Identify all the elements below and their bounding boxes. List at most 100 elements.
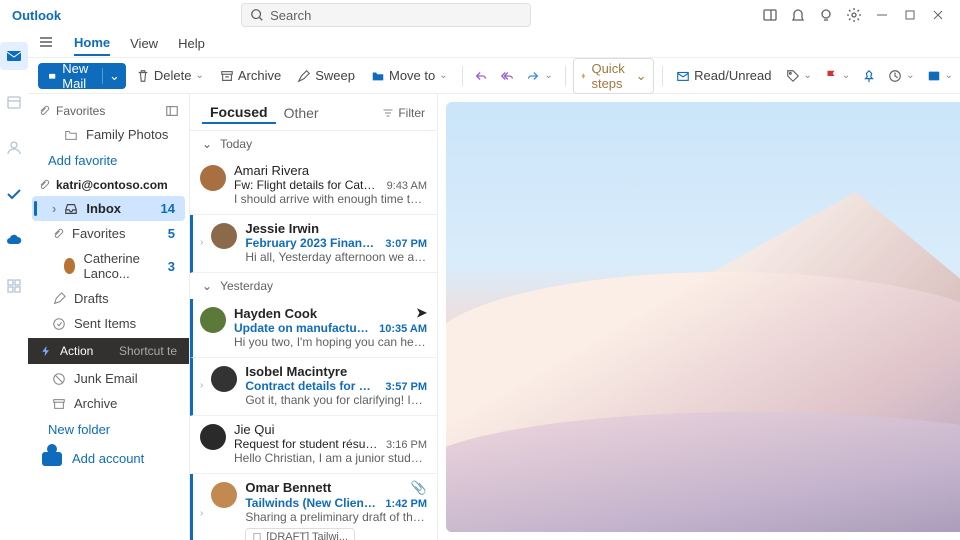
chevron-right-icon[interactable]: ›	[200, 237, 203, 248]
panel-icon[interactable]	[756, 1, 784, 29]
account-header[interactable]: katri@contoso.com	[28, 174, 189, 196]
trash-icon	[136, 69, 150, 83]
flag-icon	[824, 69, 838, 83]
folder-family-photos[interactable]: Family Photos	[32, 122, 185, 147]
attachment-icon: 📎	[411, 480, 427, 496]
app-title: Outlook	[12, 8, 61, 23]
sweep-icon	[297, 69, 311, 83]
message-item[interactable]: Amari Rivera Fw: Flight details for Cath…	[190, 157, 437, 215]
chevron-right-icon[interactable]: ›	[200, 380, 203, 391]
archive-icon	[220, 69, 234, 83]
message-item[interactable]: Jie Qui Request for student résumé revie…	[190, 416, 437, 474]
avatar	[200, 424, 226, 450]
chevron-down-icon: ⌄	[202, 137, 212, 151]
avatar	[211, 366, 237, 392]
reply-all-icon	[500, 69, 514, 83]
avatar	[200, 165, 226, 191]
clock-icon	[888, 69, 902, 83]
quick-steps-button[interactable]: Quick steps⌄	[573, 58, 653, 94]
chevron-right-icon[interactable]: ›	[200, 508, 203, 519]
rules-icon	[927, 69, 941, 83]
sent-icon	[52, 317, 66, 331]
date-group-today[interactable]: ⌄Today	[190, 131, 437, 157]
folder-drafts[interactable]: Drafts	[32, 286, 185, 311]
message-item[interactable]: › Jessie Irwin February 2023 Financial R…	[190, 215, 437, 273]
hamburger-icon[interactable]	[38, 34, 54, 53]
new-mail-button[interactable]: New Mail ⌄	[38, 63, 126, 89]
lightning-icon	[580, 70, 587, 82]
forward-button[interactable]: ⌄	[522, 66, 556, 86]
archive-button[interactable]: Archive	[214, 65, 287, 86]
minimize-icon[interactable]	[868, 1, 896, 29]
tab-focused[interactable]: Focused	[202, 102, 276, 124]
pin-button[interactable]	[858, 66, 880, 86]
app-rail	[0, 30, 28, 540]
rail-apps-icon[interactable]	[0, 272, 28, 300]
lightbulb-icon[interactable]	[812, 1, 840, 29]
inbox-icon	[64, 202, 78, 216]
rail-cloud-icon[interactable]	[0, 226, 28, 254]
read-unread-button[interactable]: Read/Unread	[670, 65, 777, 86]
folder-archive[interactable]: Archive	[32, 391, 185, 416]
rail-calendar-icon[interactable]	[0, 88, 28, 116]
filter-button[interactable]: Filter	[382, 106, 425, 120]
folder-pane: Favorites Family Photos Add favorite kat…	[28, 94, 190, 540]
notification-icon[interactable]	[784, 1, 812, 29]
menu-home[interactable]: Home	[74, 31, 110, 56]
chevron-down-icon[interactable]: ⌄	[102, 68, 120, 84]
folder-junk[interactable]: Junk Email	[32, 366, 185, 391]
date-group-yesterday[interactable]: ⌄Yesterday	[190, 273, 437, 299]
tag-icon	[786, 69, 800, 83]
message-item[interactable]: › Omar Bennett📎 Tailwinds (New Client) C…	[190, 474, 437, 540]
folder-favorites[interactable]: Favorites 5	[32, 221, 185, 246]
folder-inbox[interactable]: › Inbox 14	[32, 196, 185, 221]
mail-icon	[48, 69, 56, 83]
folder-sent[interactable]: Sent Items	[32, 311, 185, 336]
rail-people-icon[interactable]	[0, 134, 28, 162]
avatar	[211, 482, 237, 508]
reply-all-button[interactable]	[496, 66, 518, 86]
search-input[interactable]: Search	[241, 3, 531, 27]
avatar	[64, 258, 75, 274]
maximize-icon[interactable]	[896, 1, 924, 29]
reply-button[interactable]	[470, 66, 492, 86]
panel-toggle-icon[interactable]	[165, 104, 179, 118]
list-header: Focused Other Filter	[190, 94, 437, 131]
junk-icon	[52, 372, 66, 386]
folder-catherine[interactable]: Catherine Lanco... 3	[32, 246, 185, 286]
delete-button[interactable]: Delete⌄	[130, 65, 210, 86]
rules-button[interactable]: ⌄	[923, 66, 957, 86]
rail-mail-icon[interactable]	[0, 42, 28, 70]
chevron-down-icon: ⌄	[202, 279, 212, 293]
folder-move-icon	[371, 69, 385, 83]
move-to-button[interactable]: Move to⌄	[365, 65, 454, 86]
menu-view[interactable]: View	[130, 32, 158, 55]
background-image	[446, 102, 960, 532]
reading-pane	[438, 94, 960, 540]
settings-icon[interactable]	[840, 1, 868, 29]
snooze-button[interactable]: ⌄	[884, 66, 918, 86]
forward-icon	[526, 69, 540, 83]
message-item[interactable]: Hayden Cook➤ Update on manufacturing pla…	[190, 299, 437, 358]
menubar: Home View Help	[28, 30, 960, 58]
attachment-icon	[38, 179, 50, 191]
close-icon[interactable]	[924, 1, 952, 29]
rail-todo-icon[interactable]	[0, 180, 28, 208]
pin-icon	[862, 69, 876, 83]
add-favorite-link[interactable]: Add favorite	[28, 147, 189, 174]
favorites-header[interactable]: Favorites	[28, 100, 189, 122]
tab-other[interactable]: Other	[276, 103, 327, 123]
message-item[interactable]: › Isobel Macintyre Contract details for …	[190, 358, 437, 416]
action-bar[interactable]: Action Shortcut te	[28, 338, 189, 364]
menu-help[interactable]: Help	[178, 32, 205, 55]
draft-icon	[252, 532, 262, 540]
draft-icon	[52, 292, 66, 306]
new-folder-link[interactable]: New folder	[28, 416, 189, 443]
cursor-icon: ➤	[416, 305, 427, 321]
flag-button[interactable]: ⌄	[820, 66, 854, 86]
tag-button[interactable]: ⌄	[782, 66, 816, 86]
add-account-button[interactable]: Add account	[28, 443, 189, 474]
sweep-button[interactable]: Sweep	[291, 65, 361, 86]
draft-chip[interactable]: [DRAFT] Tailwi...	[245, 528, 355, 540]
avatar	[200, 307, 226, 333]
